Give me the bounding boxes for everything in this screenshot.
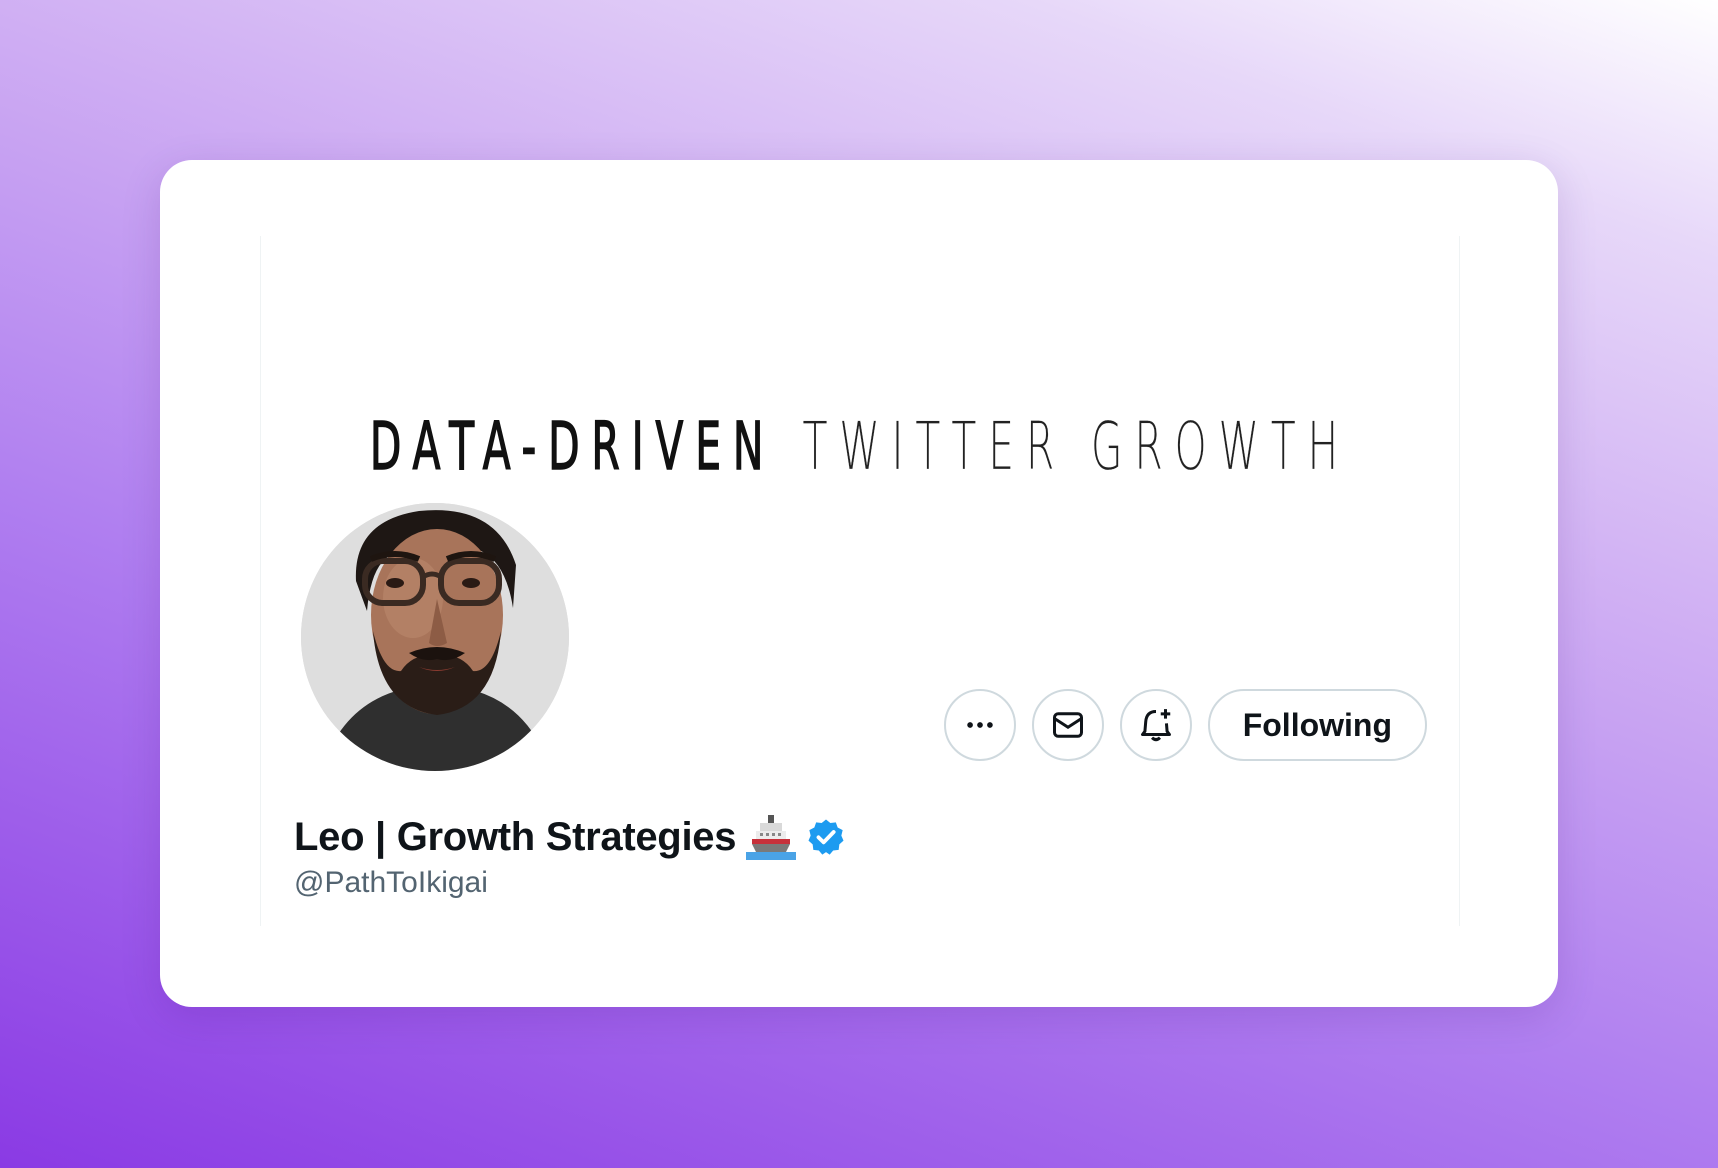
profile-card: DATA-DRIVEN TWITTER GROWTH Following Leo…: [160, 160, 1558, 1007]
avatar-portrait-image: [301, 503, 569, 771]
more-button[interactable]: [943, 689, 1016, 761]
banner-title-bold: DATA-DRIVEN: [369, 407, 776, 486]
envelope-icon: [1052, 712, 1083, 738]
ship-icon: [746, 815, 797, 860]
notifications-button[interactable]: [1119, 689, 1192, 761]
verified-badge-icon: [808, 819, 844, 855]
profile-name-row: Leo | Growth Strategies: [294, 809, 846, 865]
more-dots-icon: [966, 722, 993, 728]
profile-panel: DATA-DRIVEN TWITTER GROWTH Following Leo…: [260, 236, 1460, 926]
profile-banner: DATA-DRIVEN TWITTER GROWTH: [369, 401, 1338, 491]
bell-plus-icon: [1140, 709, 1171, 742]
profile-actions: Following: [943, 689, 1427, 761]
display-name: Leo | Growth Strategies: [294, 814, 737, 859]
banner-title-thin: TWITTER GROWTH: [802, 407, 1351, 485]
following-button[interactable]: Following: [1207, 689, 1427, 761]
message-button[interactable]: [1031, 689, 1104, 761]
user-handle: @PathToIkigai: [294, 866, 488, 899]
avatar[interactable]: [301, 503, 569, 771]
